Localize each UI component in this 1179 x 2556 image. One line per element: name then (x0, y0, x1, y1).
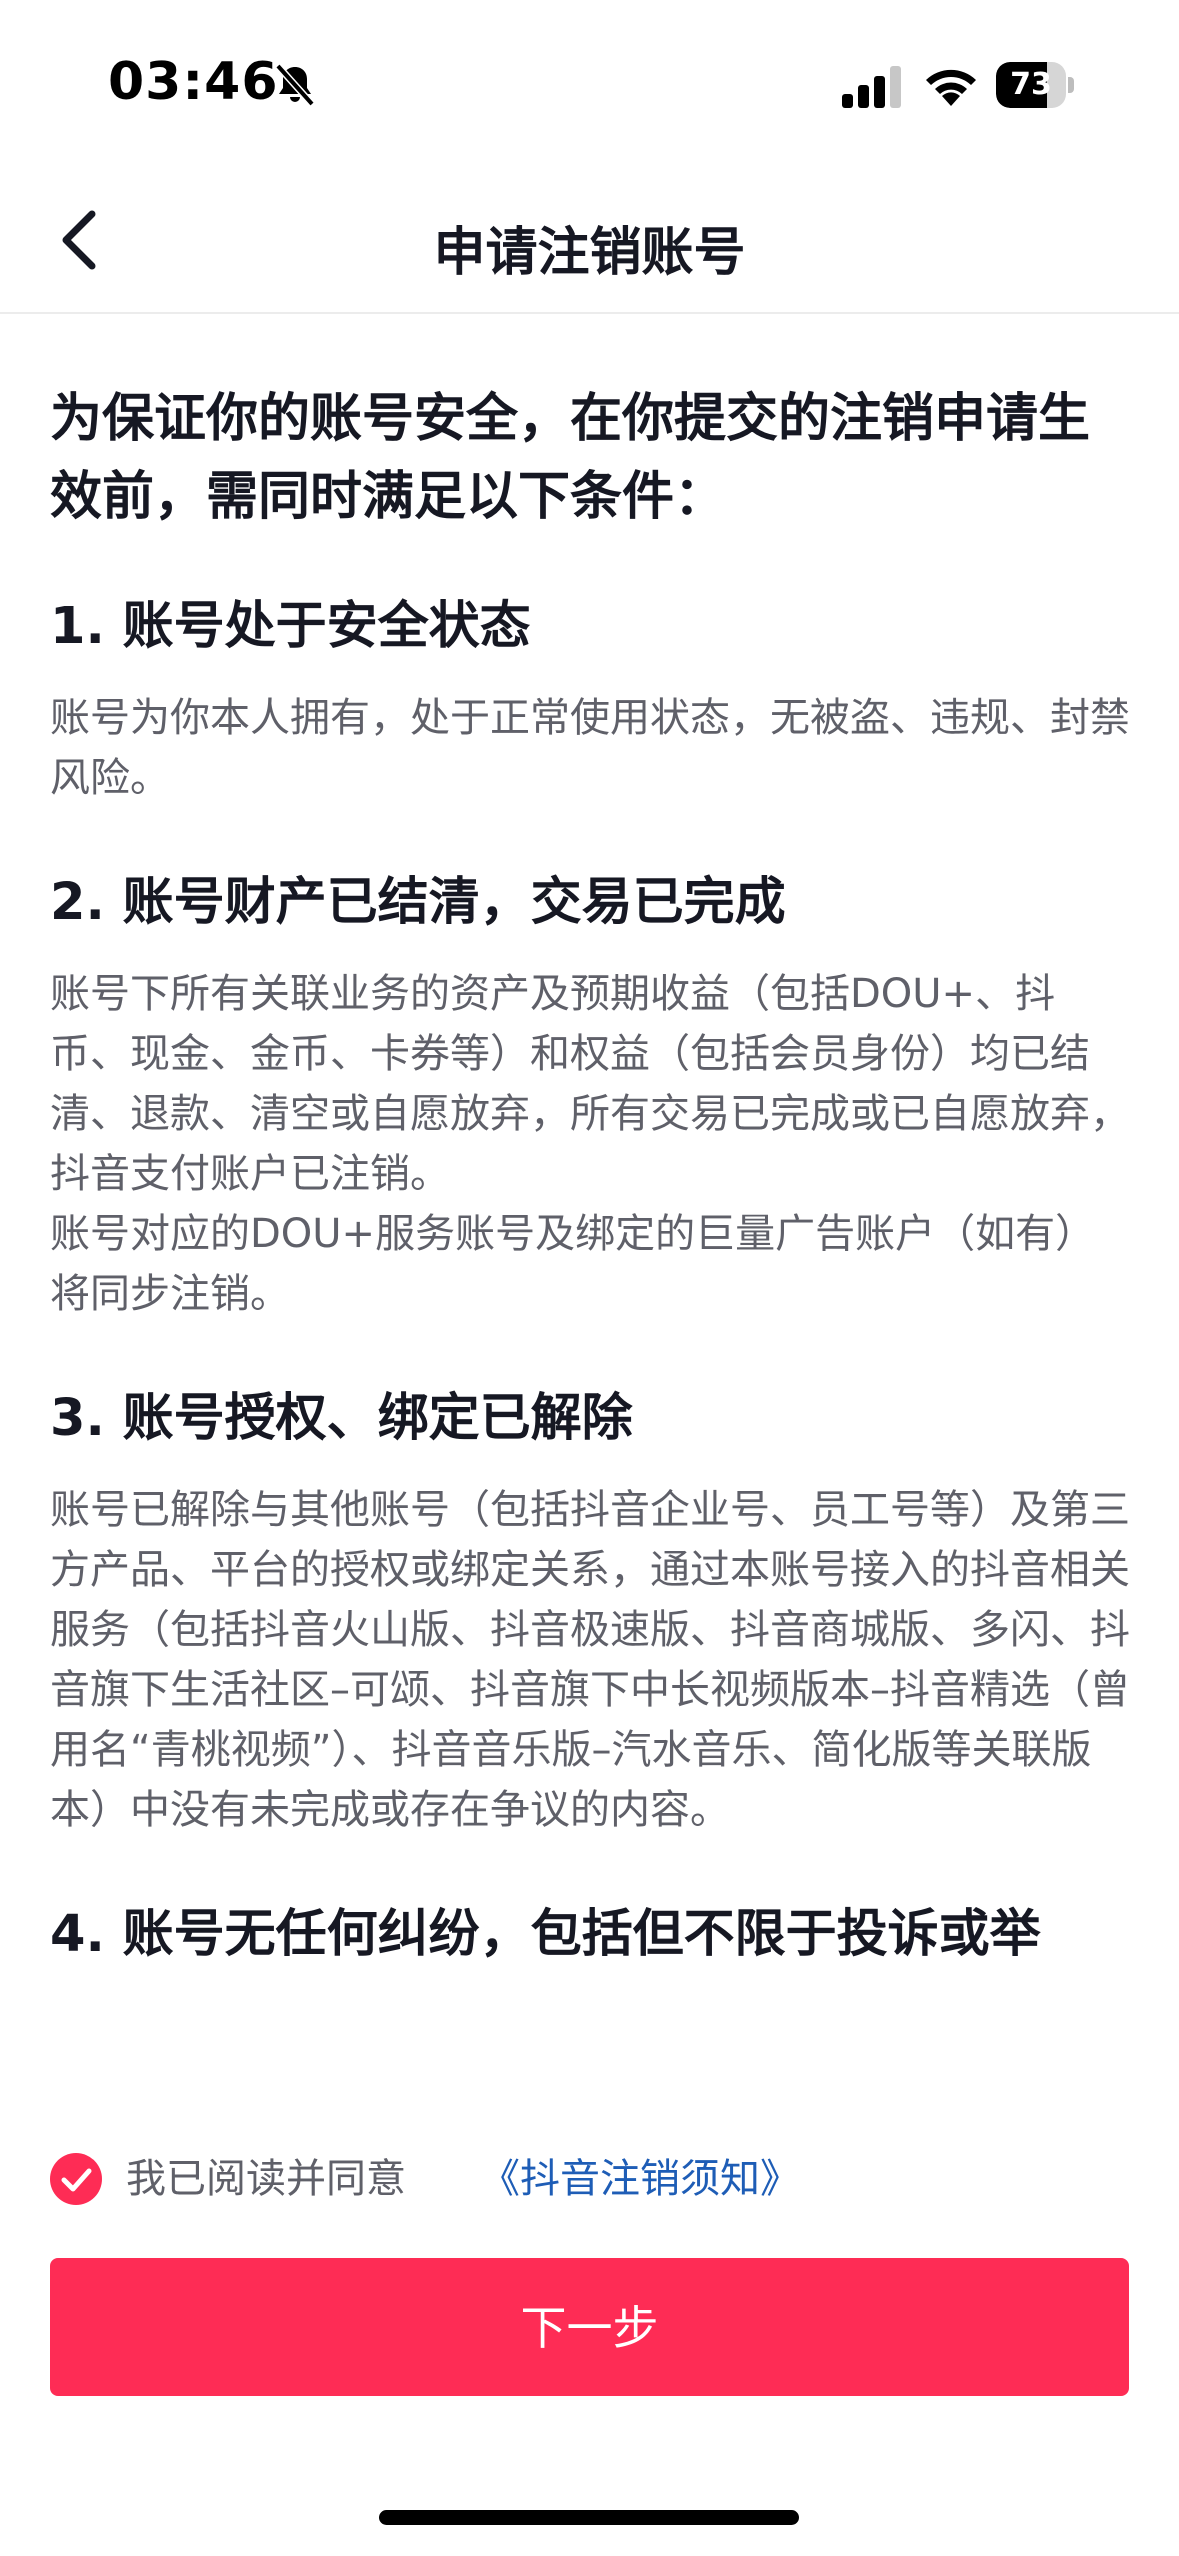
agree-checkbox[interactable] (50, 2153, 102, 2205)
wifi-icon (926, 69, 976, 106)
agreement-row: 我已阅读并同意 《抖音注销须知》 (50, 2148, 1130, 2208)
battery-percentage: 73 (1010, 67, 1052, 102)
checkmark-icon (61, 2168, 92, 2192)
cellular-signal-icon (842, 66, 901, 108)
condition-title: 3. 账号授权、绑定已解除 (50, 1389, 633, 1448)
home-indicator[interactable] (379, 2510, 799, 2525)
battery-body: 73 (996, 62, 1066, 108)
battery-indicator: 73 (996, 62, 1074, 108)
condition-body: 账号下所有关联业务的资产及预期收益（包括DOU+、抖币、现金、金币、卡券等）和权… (50, 971, 1130, 1317)
intro-text: 为保证你的账号安全，在你提交的注销申请生效前，需同时满足以下条件： (50, 389, 1091, 527)
condition-title: 2. 账号财产已结清，交易已完成 (50, 873, 786, 932)
condition-body: 账号为你本人拥有，处于正常使用状态，无被盗、违规、封禁风险。 (50, 695, 1130, 801)
navigation-bar: 申请注销账号 (0, 170, 1179, 314)
cancellation-notice-link[interactable]: 《抖音注销须知》 (480, 2154, 800, 2204)
condition-section: 2. 账号财产已结清，交易已完成 账号下所有关联业务的资产及预期收益（包括DOU… (50, 868, 1130, 1324)
condition-section: 1. 账号处于安全状态 账号为你本人拥有，处于正常使用状态，无被盗、违规、封禁风… (50, 592, 1130, 808)
condition-body: 账号已解除与其他账号（包括抖音企业号、员工号等）及第三方产品、平台的授权或绑定关… (50, 1487, 1130, 1833)
condition-section: 4. 账号无任何纠纷，包括但不限于投诉或举 (50, 1900, 1130, 1970)
agreement-label: 我已阅读并同意 (126, 2156, 406, 2202)
battery-cap (1068, 77, 1074, 93)
page-title: 申请注销账号 (433, 223, 746, 283)
status-time: 03:46 (108, 52, 279, 112)
status-bar: 03:46 73 (0, 0, 1179, 170)
condition-section: 3. 账号授权、绑定已解除 账号已解除与其他账号（包括抖音企业号、员工号等）及第… (50, 1384, 1130, 1840)
bell-muted-icon (275, 63, 315, 107)
conditions-content[interactable]: 为保证你的账号安全，在你提交的注销申请生效前，需同时满足以下条件： 1. 账号处… (50, 380, 1130, 2110)
condition-title: 1. 账号处于安全状态 (50, 597, 531, 656)
condition-title: 4. 账号无任何纠纷，包括但不限于投诉或举 (50, 1905, 1041, 1964)
next-step-button[interactable]: 下一步 (50, 2258, 1129, 2396)
